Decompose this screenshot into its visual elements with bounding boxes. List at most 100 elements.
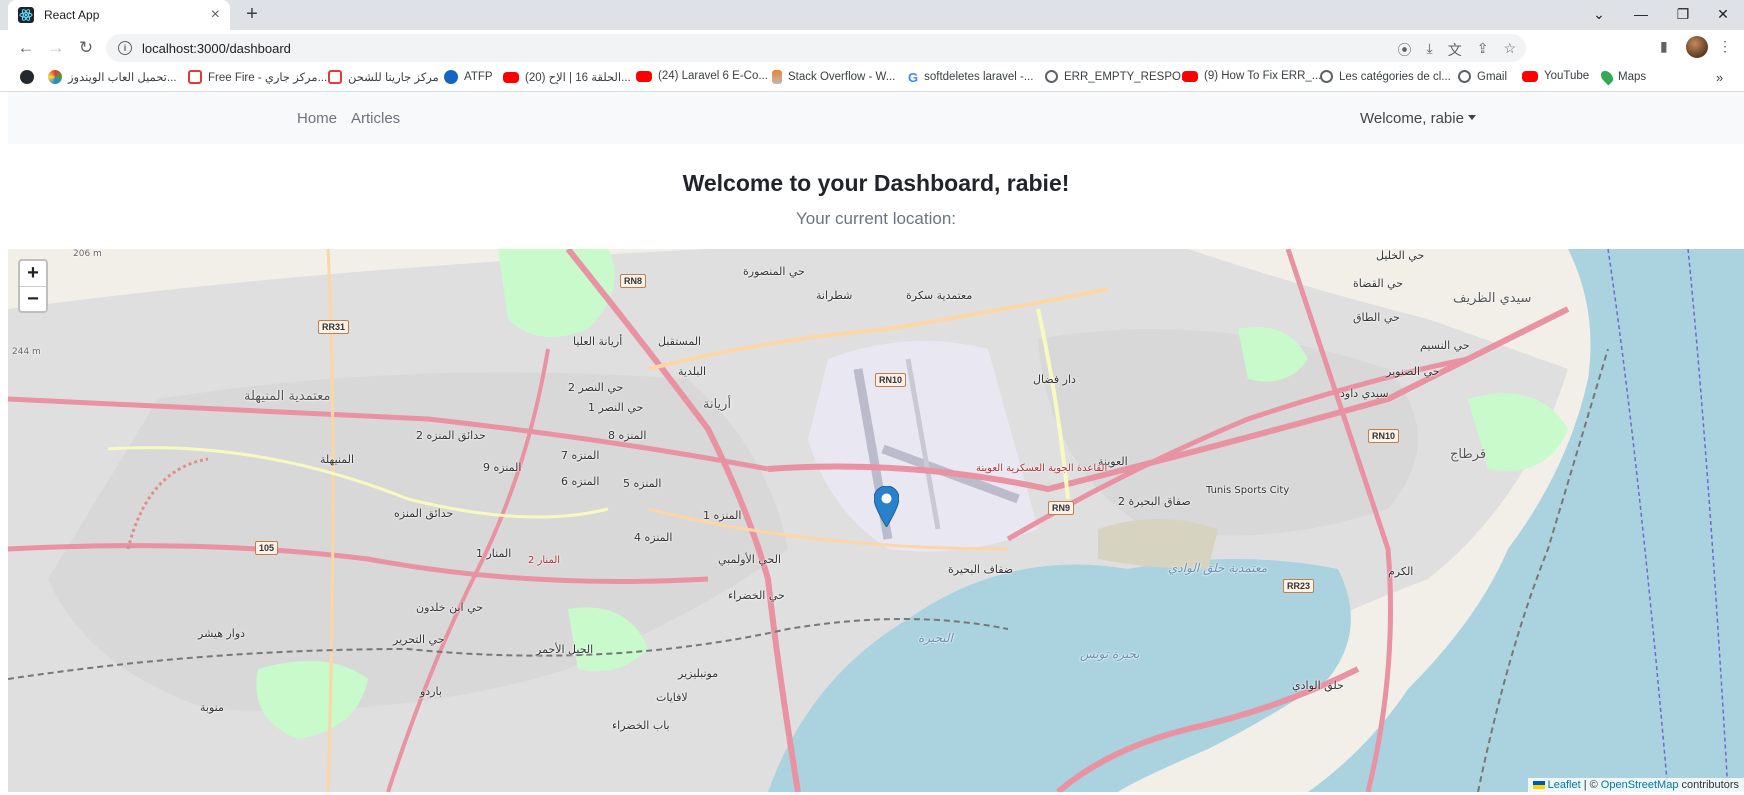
- youtube-icon: [636, 70, 652, 82]
- bookmark-label: Free Fire - مركز جاري...: [208, 72, 328, 84]
- bookmark-item[interactable]: Maps: [1598, 68, 1646, 86]
- bookmark-label: ATFP: [464, 71, 493, 83]
- site-info-icon[interactable]: i: [118, 41, 132, 55]
- tab-title: React App: [44, 8, 100, 22]
- map-label: منوبة: [200, 701, 224, 714]
- user-dropdown-toggle[interactable]: Welcome, rabie: [1360, 110, 1476, 127]
- road-shield: RN8: [620, 274, 647, 288]
- translate-icon[interactable]: 文: [1448, 40, 1462, 60]
- bookmark-github[interactable]: [20, 70, 40, 84]
- leaflet-link[interactable]: Leaflet: [1548, 779, 1581, 791]
- bookmark-label: (20) الحلقة 16 | الإح...: [525, 72, 631, 84]
- map-label: صفاق البحيرة 2: [1118, 495, 1191, 508]
- bookmark-item[interactable]: Stack Overflow - W...: [772, 70, 895, 84]
- bookmark-item[interactable]: ATFP: [444, 70, 493, 84]
- bookmark-item[interactable]: YouTube: [1522, 70, 1589, 82]
- bookmark-label: Gmail: [1477, 70, 1508, 83]
- map-label: حي التحرير: [393, 633, 445, 646]
- osm-link[interactable]: OpenStreetMap: [1601, 779, 1679, 791]
- map-label: دار فضال: [1033, 373, 1076, 386]
- map-label: دوار هيشر: [198, 627, 246, 640]
- rainbow-icon: [48, 70, 62, 84]
- youtube-icon: [503, 71, 519, 83]
- map-label: لافايات: [656, 691, 688, 704]
- attribution-tail: contributors: [1681, 779, 1739, 791]
- map-label: حي الخضراء: [728, 589, 785, 602]
- road-shield: 105: [255, 541, 279, 555]
- map-label: الكرم: [1388, 565, 1414, 578]
- side-panel-icon[interactable]: ▮: [1660, 38, 1668, 55]
- bookmark-label: مركز جارينا للشحن: [348, 72, 439, 84]
- caret-down-icon: [1467, 115, 1476, 120]
- map-label: البلدية: [678, 365, 707, 378]
- map-label: حي النصر 1: [588, 401, 644, 414]
- profile-avatar[interactable]: [1686, 36, 1708, 58]
- map-label: أريانة: [703, 397, 732, 412]
- location-marker-icon[interactable]: [874, 486, 899, 527]
- bookmark-item[interactable]: ERR_EMPTY_RESPO...: [1045, 70, 1191, 83]
- zoom-out-button[interactable]: −: [20, 286, 46, 311]
- maps-pin-icon: [1598, 68, 1616, 86]
- globe-icon: [1458, 70, 1471, 83]
- browser-tab[interactable]: React App ×: [8, 0, 230, 30]
- reload-icon[interactable]: ↻: [74, 36, 98, 60]
- map-label: معتمدية المنيهلة: [244, 389, 331, 404]
- map-label: المنزه 1: [703, 509, 742, 522]
- bookmark-item[interactable]: مركز جارينا للشحن: [328, 70, 439, 84]
- new-tab-button[interactable]: +: [240, 3, 264, 27]
- map-label: ضفاف البحيرة: [948, 563, 1014, 576]
- bookmark-item[interactable]: G softdeletes laravel -...: [908, 70, 1034, 85]
- menu-icon[interactable]: ⋮: [1718, 38, 1732, 55]
- zoom-in-button[interactable]: +: [20, 261, 46, 286]
- map-label: مونبليزير: [678, 667, 719, 680]
- more-bookmarks-icon[interactable]: »: [1716, 70, 1723, 85]
- ukraine-flag-icon: [1532, 781, 1545, 789]
- bookmark-item[interactable]: (9) How To Fix ERR_...: [1182, 70, 1321, 82]
- bookmark-star-icon[interactable]: ☆: [1503, 40, 1516, 60]
- map-label: المنار 2: [528, 555, 561, 566]
- map-label: المنيهلة: [320, 453, 355, 466]
- map-label: حي النسيم: [1420, 339, 1470, 352]
- minimize-button[interactable]: —: [1618, 0, 1664, 30]
- share-icon[interactable]: ⇪: [1477, 40, 1489, 60]
- nav-articles-link[interactable]: Articles: [351, 110, 400, 127]
- bookmark-item[interactable]: Les catégories de cl...: [1320, 70, 1451, 83]
- map-label: البحيرة: [918, 631, 953, 645]
- stack-overflow-icon: [772, 70, 782, 84]
- bookmark-item[interactable]: (20) الحلقة 16 | الإح...: [503, 70, 631, 84]
- install-icon[interactable]: ⤓: [1427, 40, 1433, 60]
- map-label: حي المنصورة: [743, 265, 805, 278]
- map-label: المنزه 8: [608, 429, 647, 442]
- map-label: باردو: [420, 685, 442, 698]
- bookmark-label: ERR_EMPTY_RESPO...: [1064, 70, 1191, 83]
- address-bar[interactable]: i localhost:3000/dashboard ⦿ ⤓ 文 ⇪ ☆: [106, 34, 1526, 62]
- close-window-button[interactable]: ✕: [1700, 0, 1744, 30]
- nav-home-link[interactable]: Home: [297, 110, 337, 127]
- map-label: الحي الأولمبي: [718, 553, 782, 566]
- road-shield: RN10: [875, 373, 907, 387]
- bookmark-item[interactable]: تحميل العاب الويندوز...: [48, 70, 176, 84]
- location-icon[interactable]: ⦿: [1398, 40, 1412, 60]
- map-label: سيدي داود: [1340, 387, 1389, 400]
- elevation-label: 206 m: [73, 249, 102, 259]
- forward-icon[interactable]: →: [44, 36, 68, 60]
- tab-search-icon[interactable]: ⌄: [1576, 0, 1622, 30]
- map-label: حي القضاة: [1353, 277, 1404, 290]
- map-label: المنزه 7: [561, 449, 600, 462]
- bookmark-item[interactable]: (24) Laravel 6 E-Co...: [636, 70, 768, 82]
- bookmark-item[interactable]: Free Fire - مركز جاري...: [188, 70, 327, 84]
- road-shield: RN9: [1048, 501, 1075, 515]
- elevation-label: 244 m: [12, 347, 41, 357]
- tab-close-icon[interactable]: ×: [211, 7, 220, 23]
- zoom-control: + −: [18, 259, 48, 313]
- browser-tabstrip: React App × + ⌄ — ❐ ✕: [0, 0, 1744, 30]
- page-subtitle: Your current location:: [795, 209, 957, 228]
- map-label: حي الخليل: [1376, 249, 1425, 262]
- back-icon[interactable]: ←: [14, 36, 38, 60]
- map-label: سيدي الظريف: [1453, 291, 1532, 306]
- globe-icon: [1045, 70, 1058, 83]
- bookmark-label: softdeletes laravel -...: [924, 71, 1034, 83]
- map-label: المنار 1: [476, 547, 512, 560]
- location-map[interactable]: حي المنصورة شطرانة معتمدية سكرة حي الخلي…: [8, 249, 1744, 792]
- bookmark-item[interactable]: Gmail: [1458, 70, 1507, 83]
